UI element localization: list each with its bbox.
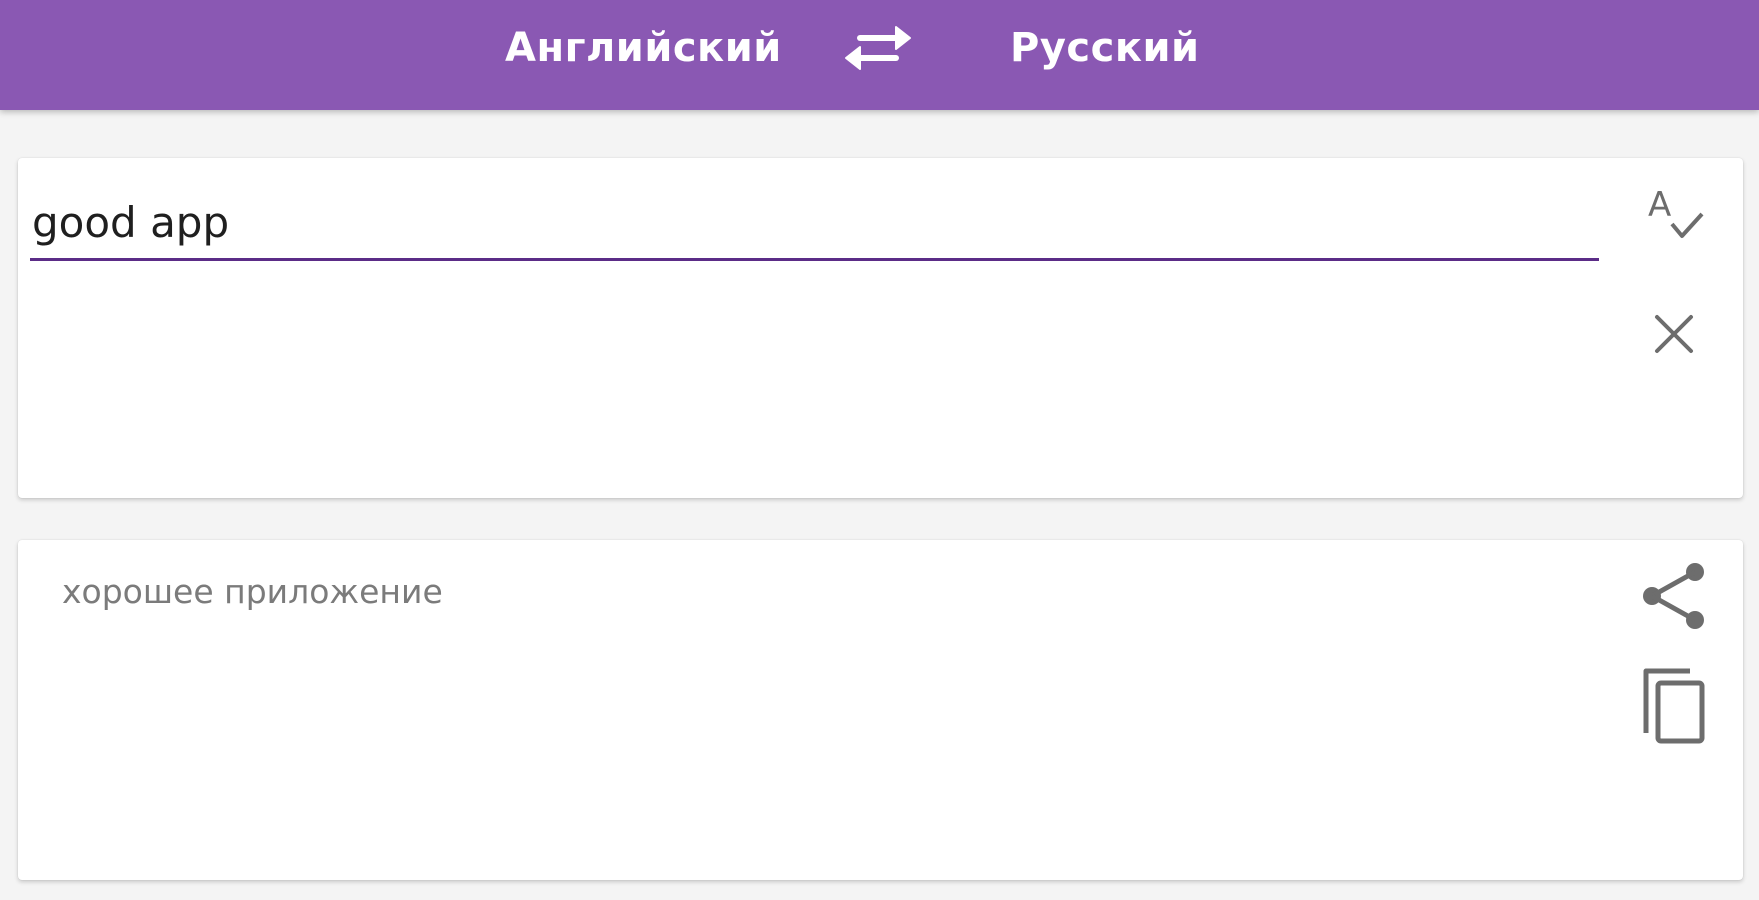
source-language-button[interactable]: Английский — [505, 18, 781, 78]
app-top-bar: Английский Русский — [0, 0, 1759, 110]
clear-input-button[interactable] — [1638, 298, 1710, 370]
swap-arrows-icon — [845, 26, 911, 70]
copy-icon — [1643, 668, 1705, 744]
share-icon — [1643, 563, 1704, 629]
spellcheck-button[interactable]: A — [1638, 176, 1710, 248]
translation-text: хорошее приложение — [62, 572, 443, 611]
output-card: хорошее приложение — [18, 540, 1743, 880]
swap-languages-button[interactable] — [842, 20, 914, 76]
close-icon — [1655, 315, 1693, 353]
share-button[interactable] — [1638, 560, 1710, 632]
spellcheck-icon: A — [1648, 185, 1704, 238]
source-text-input[interactable] — [30, 194, 1599, 261]
input-card: A — [18, 158, 1743, 498]
target-language-button[interactable]: Русский — [1010, 18, 1199, 78]
svg-text:A: A — [1648, 185, 1671, 225]
copy-button[interactable] — [1638, 668, 1710, 744]
